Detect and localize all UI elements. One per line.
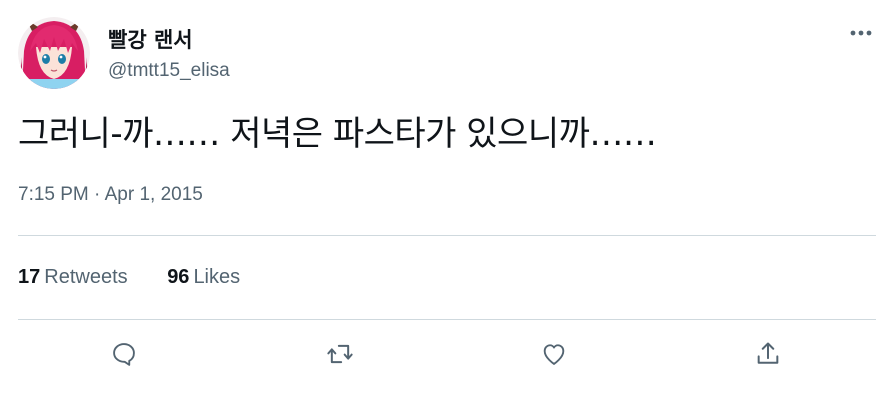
retweets-label: Retweets <box>44 266 128 288</box>
avatar-image <box>18 17 90 89</box>
like-button[interactable] <box>534 334 574 374</box>
share-button[interactable] <box>748 334 788 374</box>
divider <box>18 235 876 236</box>
user-handle[interactable]: @tmtt15_elisa <box>108 60 230 82</box>
tweet-timestamp: 7:15 PM · Apr 1, 2015 <box>18 184 203 206</box>
likes-stat[interactable]: 96 Likes <box>167 266 240 289</box>
likes-count: 96 <box>167 266 190 288</box>
retweets-count: 17 <box>18 266 41 288</box>
display-name[interactable]: 빨강 랜서 <box>108 24 193 54</box>
divider <box>18 319 876 320</box>
tweet-date-link[interactable]: Apr 1, 2015 <box>105 184 203 205</box>
reply-button[interactable] <box>104 334 144 374</box>
tweet-time-link[interactable]: 7:15 PM <box>18 184 89 205</box>
retweets-stat[interactable]: 17 Retweets <box>18 266 128 289</box>
more-horizontal-icon <box>850 30 872 36</box>
reply-icon <box>113 343 135 366</box>
tweet-card: 빨강 랜서 @tmtt15_elisa 그러니-까…… 저녁은 파스타가 있으니… <box>0 0 894 409</box>
likes-label: Likes <box>193 266 241 288</box>
more-options-button[interactable] <box>846 20 876 46</box>
share-icon <box>757 342 779 364</box>
retweet-icon <box>327 344 353 364</box>
retweet-button[interactable] <box>320 334 360 374</box>
avatar[interactable] <box>18 17 90 89</box>
engagement-stats: 17 Retweets 96 Likes <box>18 266 240 289</box>
tweet-text: 그러니-까…… 저녁은 파스타가 있으니까…… <box>18 114 657 154</box>
action-bar <box>0 334 894 378</box>
timestamp-separator: · <box>94 184 101 205</box>
heart-icon <box>543 344 565 365</box>
